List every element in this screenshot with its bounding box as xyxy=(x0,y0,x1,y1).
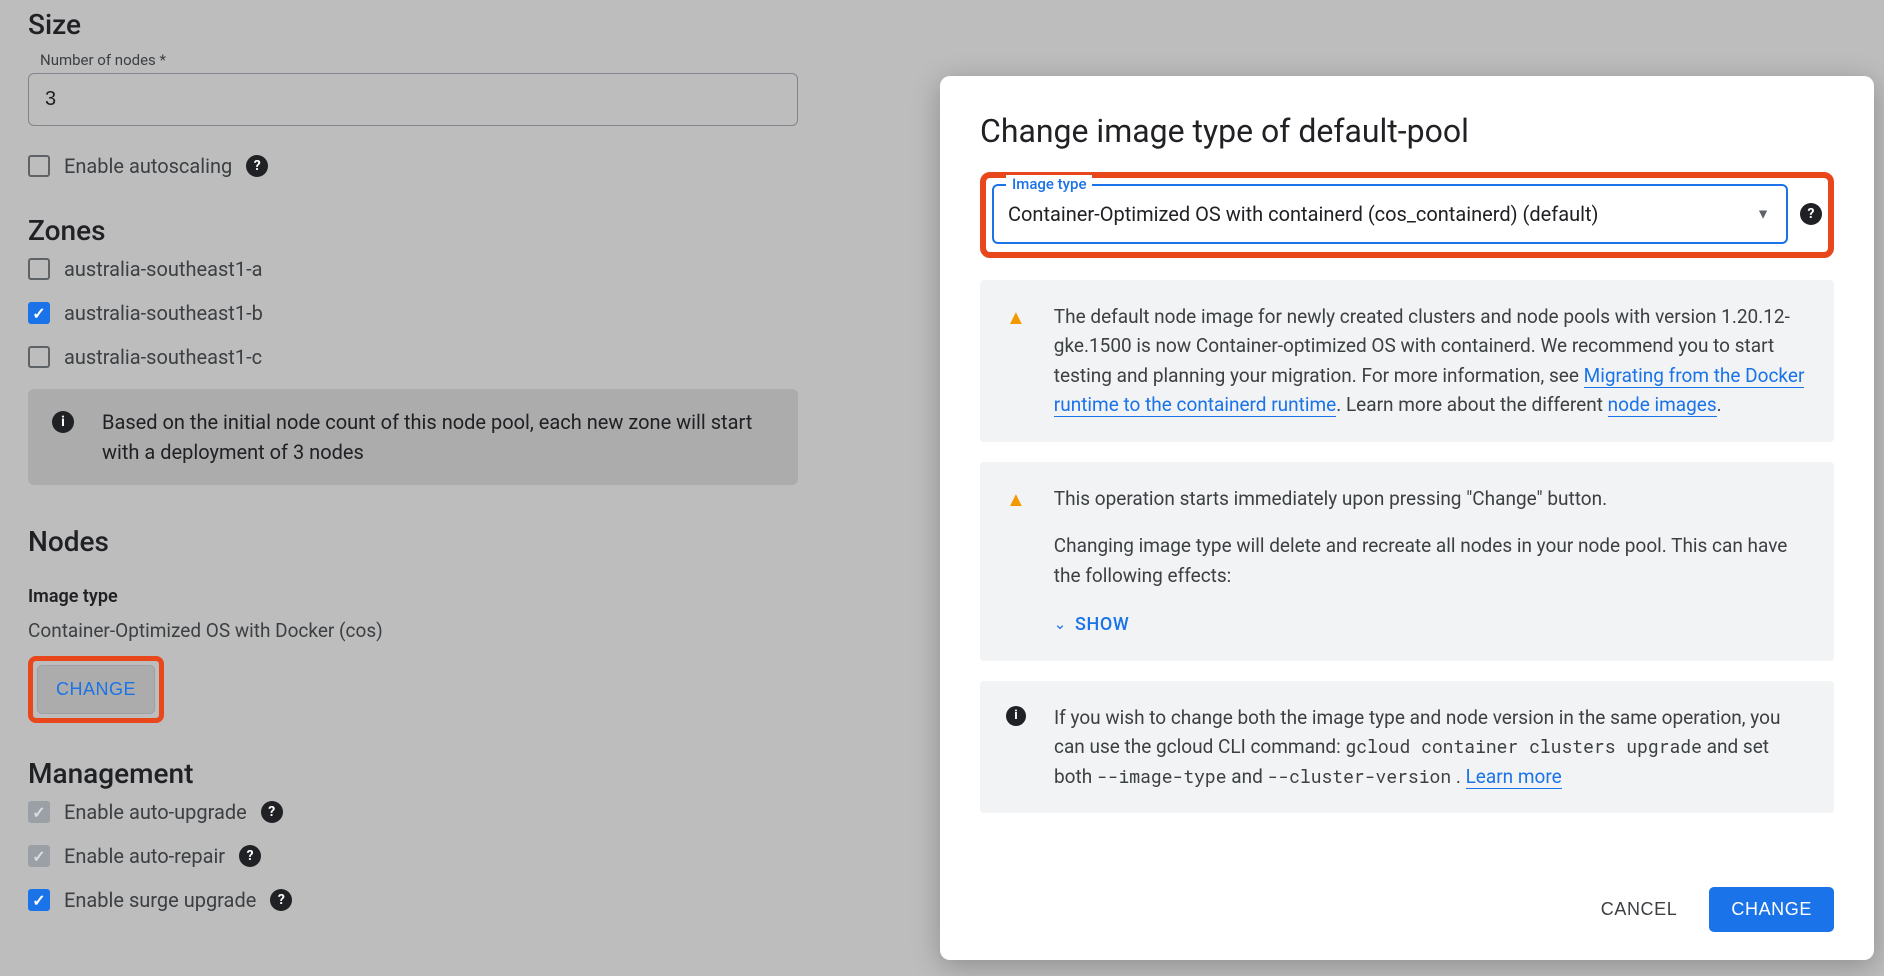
operation-warning-text: This operation starts immediately upon p… xyxy=(1054,484,1808,639)
zones-info-box: i Based on the initial node count of thi… xyxy=(28,389,798,485)
migration-warning-callout: ▲ The default node image for newly creat… xyxy=(980,280,1834,442)
management-heading: Management xyxy=(28,757,912,790)
autoscaling-checkbox[interactable] xyxy=(28,155,50,177)
help-icon[interactable]: ? xyxy=(246,155,268,177)
cli-info-text: If you wish to change both the image typ… xyxy=(1054,703,1808,791)
show-effects-toggle[interactable]: ⌄ SHOW xyxy=(1054,611,1130,639)
help-icon[interactable]: ? xyxy=(239,845,261,867)
image-type-value: Container-Optimized OS with Docker (cos) xyxy=(28,619,912,642)
change-image-type-button[interactable]: CHANGE xyxy=(37,665,155,714)
change-image-type-dialog: Change image type of default-pool Image … xyxy=(940,76,1874,960)
background-form: Size Number of nodes * Enable autoscalin… xyxy=(0,0,940,976)
auto-upgrade-checkbox xyxy=(28,801,50,823)
auto-upgrade-label: Enable auto-upgrade xyxy=(64,800,247,824)
image-type-select-label: Image type xyxy=(1006,175,1092,193)
warning-icon: ▲ xyxy=(1006,305,1026,330)
change-button-highlight: CHANGE xyxy=(28,656,164,723)
confirm-change-button[interactable]: CHANGE xyxy=(1709,887,1834,932)
chevron-down-icon: ⌄ xyxy=(1054,613,1067,636)
zone-checkbox-a[interactable] xyxy=(28,258,50,280)
nodes-count-input[interactable] xyxy=(28,73,798,126)
cli-flag-code: --cluster-version xyxy=(1268,764,1452,788)
image-type-select[interactable]: Image type Container-Optimized OS with c… xyxy=(992,184,1788,244)
help-icon[interactable]: ? xyxy=(270,889,292,911)
learn-more-link[interactable]: Learn more xyxy=(1466,765,1562,789)
cli-command-code: gcloud container clusters upgrade xyxy=(1345,734,1701,758)
migration-warning-text: The default node image for newly created… xyxy=(1054,302,1808,420)
zone-label: australia-southeast1-c xyxy=(64,345,262,369)
cli-info-callout: i If you wish to change both the image t… xyxy=(980,681,1834,813)
auto-repair-label: Enable auto-repair xyxy=(64,844,225,868)
cancel-button[interactable]: CANCEL xyxy=(1581,887,1698,932)
surge-upgrade-checkbox[interactable] xyxy=(28,889,50,911)
zones-info-text: Based on the initial node count of this … xyxy=(102,407,774,467)
dialog-title: Change image type of default-pool xyxy=(980,112,1834,150)
image-type-select-highlight: Image type Container-Optimized OS with c… xyxy=(980,172,1834,258)
help-icon[interactable]: ? xyxy=(261,801,283,823)
zone-checkbox-b[interactable] xyxy=(28,302,50,324)
zone-label: australia-southeast1-a xyxy=(64,257,262,281)
node-images-link[interactable]: node images xyxy=(1608,393,1717,417)
warning-icon: ▲ xyxy=(1006,487,1026,512)
zone-checkbox-c[interactable] xyxy=(28,346,50,368)
surge-upgrade-label: Enable surge upgrade xyxy=(64,888,256,912)
image-type-label: Image type xyxy=(28,586,912,607)
chevron-down-icon: ▼ xyxy=(1756,206,1770,223)
nodes-heading: Nodes xyxy=(28,525,912,558)
zone-label: australia-southeast1-b xyxy=(64,301,263,325)
size-heading: Size xyxy=(28,8,912,41)
operation-warning-callout: ▲ This operation starts immediately upon… xyxy=(980,462,1834,661)
nodes-count-label: Number of nodes * xyxy=(28,41,912,73)
info-icon: i xyxy=(1006,706,1026,726)
help-icon[interactable]: ? xyxy=(1800,203,1822,225)
zones-heading: Zones xyxy=(28,214,912,247)
info-icon: i xyxy=(52,411,74,433)
cli-flag-code: --image-type xyxy=(1097,764,1227,788)
image-type-select-value: Container-Optimized OS with containerd (… xyxy=(1008,202,1599,226)
auto-repair-checkbox xyxy=(28,845,50,867)
dialog-actions: CANCEL CHANGE xyxy=(980,873,1834,932)
autoscaling-label: Enable autoscaling xyxy=(64,154,232,178)
